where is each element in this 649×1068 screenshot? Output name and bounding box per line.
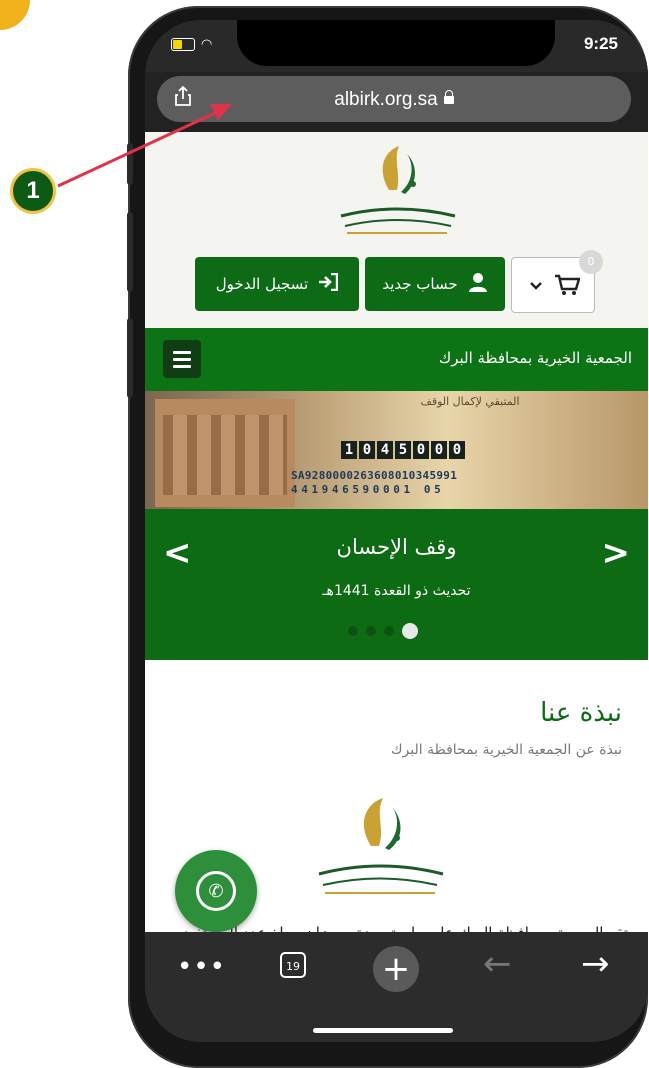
annotation-arrow bbox=[57, 104, 232, 188]
annotation-callout: 1 bbox=[10, 168, 56, 214]
